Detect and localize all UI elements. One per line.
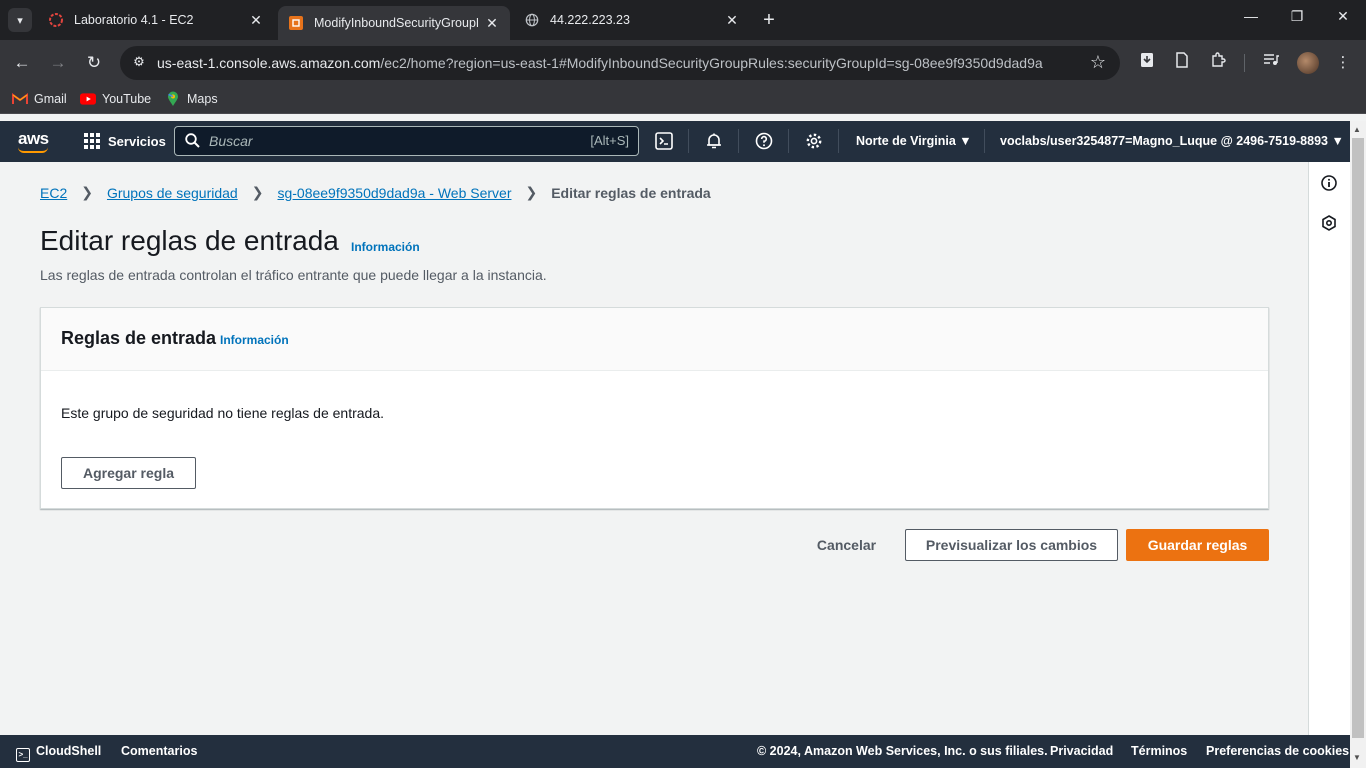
save-rules-button[interactable]: Guardar reglas — [1126, 529, 1269, 561]
info-circle-icon[interactable] — [1320, 174, 1338, 192]
tab-title: ModifyInboundSecurityGroupRu — [314, 16, 478, 30]
notifications-bell-icon[interactable] — [704, 131, 724, 151]
browser-menu-kebab-icon[interactable]: ⋮ — [1332, 52, 1354, 74]
browser-tab-ip[interactable]: 44.222.223.23 ✕ — [514, 6, 750, 34]
breadcrumb: EC2 ❯ Grupos de seguridad ❯ sg-08ee9f935… — [40, 184, 711, 201]
window-close-icon[interactable]: ✕ — [1320, 8, 1366, 25]
panel-title: Reglas de entrada — [61, 328, 217, 348]
forward-arrow-icon[interactable]: → — [46, 51, 70, 75]
hexagon-settings-icon[interactable] — [1320, 214, 1338, 232]
preview-changes-button[interactable]: Previsualizar los cambios — [905, 529, 1118, 561]
account-menu[interactable]: voclabs/user3254877=Magno_Luque @ 2496-7… — [1000, 134, 1344, 148]
bookmark-star-icon[interactable]: ☆ — [1090, 52, 1106, 73]
panel-header: Reglas de entrada Información — [41, 308, 1268, 371]
empty-rules-message: Este grupo de seguridad no tiene reglas … — [61, 405, 385, 421]
breadcrumb-ec2[interactable]: EC2 — [40, 185, 67, 201]
chevron-right-icon: ❯ — [251, 184, 264, 200]
chevron-right-icon: ❯ — [525, 184, 538, 200]
services-label: Servicios — [108, 133, 166, 149]
page-description: Las reglas de entrada controlan el tráfi… — [40, 267, 547, 283]
bookmark-maps[interactable]: Maps — [165, 91, 218, 106]
cancel-button[interactable]: Cancelar — [804, 529, 889, 561]
browser-toolbar: ← → ↻ ⚙ us-east-1.console.aws.amazon.com… — [0, 40, 1366, 86]
bookmark-gmail[interactable]: Gmail — [12, 92, 67, 106]
profile-avatar[interactable] — [1297, 52, 1319, 74]
scrollbar-thumb[interactable] — [1352, 138, 1364, 738]
scroll-up-arrow-icon[interactable]: ▲ — [1353, 125, 1361, 134]
url-text[interactable]: us-east-1.console.aws.amazon.com/ec2/hom… — [157, 55, 1043, 71]
header-divider — [788, 129, 789, 153]
header-divider — [738, 129, 739, 153]
youtube-icon — [80, 92, 96, 106]
extension-save-icon[interactable] — [1136, 52, 1158, 74]
region-selector[interactable]: Norte de Virginia ▼ — [856, 134, 972, 148]
aws-footer: >_ CloudShell Comentarios © 2024, Amazon … — [0, 735, 1350, 768]
address-bar[interactable]: ⚙ us-east-1.console.aws.amazon.com/ec2/h… — [120, 46, 1120, 80]
footer-cookies-link[interactable]: Preferencias de cookies — [1206, 744, 1349, 758]
minimize-icon[interactable]: — — [1228, 8, 1274, 24]
grid-icon — [84, 133, 100, 149]
breadcrumb-security-groups[interactable]: Grupos de seguridad — [107, 185, 238, 201]
footer-privacy-link[interactable]: Privacidad — [1050, 744, 1113, 758]
document-icon[interactable] — [1171, 52, 1193, 74]
page-title: Editar reglas de entrada — [40, 225, 339, 256]
footer-feedback-link[interactable]: Comentarios — [121, 744, 197, 758]
settings-gear-icon[interactable] — [804, 131, 824, 151]
tab-title: 44.222.223.23 — [550, 13, 630, 27]
bookmarks-bar: Gmail YouTube Maps — [0, 86, 1366, 114]
inbound-rules-panel: Reglas de entrada Información Este grupo… — [40, 307, 1269, 509]
extensions-puzzle-icon[interactable] — [1207, 52, 1229, 74]
tab-search-chevron-icon[interactable]: ▾ — [8, 8, 32, 32]
aws-logo[interactable]: aws — [18, 129, 49, 149]
footer-terms-link[interactable]: Términos — [1131, 744, 1187, 758]
browser-tab-modify-inbound[interactable]: ModifyInboundSecurityGroupRu ✕ — [278, 6, 510, 40]
cloudshell-icon[interactable] — [654, 131, 674, 151]
browser-tab-bar: ▾ Laboratorio 4.1 - EC2 ✕ ModifyInboundS… — [0, 0, 1366, 40]
aws-search-box[interactable]: [Alt+S] — [174, 126, 639, 156]
tab-close-icon[interactable]: ✕ — [484, 15, 500, 32]
add-rule-button[interactable]: Agregar regla — [61, 457, 196, 489]
media-playlist-icon[interactable] — [1260, 52, 1282, 74]
search-shortcut-hint: [Alt+S] — [590, 133, 629, 148]
page-info-link[interactable]: Información — [351, 240, 420, 254]
cloudshell-icon: >_ — [16, 747, 30, 762]
caret-down-icon: ▼ — [959, 134, 972, 148]
restore-icon[interactable]: ❐ — [1274, 8, 1320, 25]
header-divider — [688, 129, 689, 153]
right-tools-rail — [1308, 162, 1350, 735]
header-divider — [984, 129, 985, 153]
search-icon — [185, 133, 200, 151]
breadcrumb-current: Editar reglas de entrada — [551, 184, 711, 201]
footer-cloudshell-link[interactable]: >_ CloudShell — [16, 744, 101, 762]
maps-pin-icon — [165, 91, 181, 106]
services-menu-button[interactable]: Servicios — [84, 133, 166, 149]
globe-icon — [524, 12, 540, 28]
footer-copyright: © 2024, Amazon Web Services, Inc. o sus … — [757, 744, 1048, 758]
back-arrow-icon[interactable]: ← — [10, 51, 34, 75]
gmail-icon — [12, 92, 28, 106]
panel-info-link[interactable]: Información — [220, 333, 289, 347]
toolbar-divider — [1244, 54, 1245, 72]
aws-logo-smile — [18, 147, 48, 153]
tab-title: Laboratorio 4.1 - EC2 — [74, 13, 194, 27]
help-question-icon[interactable] — [754, 131, 774, 151]
page-scrollbar[interactable]: ▲ ▼ — [1350, 121, 1366, 768]
reload-icon[interactable]: ↻ — [82, 51, 106, 75]
lab-favicon-icon — [48, 12, 64, 28]
site-settings-icon[interactable]: ⚙ — [130, 54, 148, 72]
caret-down-icon: ▼ — [1331, 134, 1344, 148]
new-tab-plus-icon[interactable]: + — [758, 9, 780, 32]
tab-close-icon[interactable]: ✕ — [248, 12, 264, 29]
search-input[interactable] — [209, 133, 549, 149]
aws-top-nav: aws Servicios [Alt+S] Norte de Virginia … — [0, 121, 1350, 162]
browser-tab-laboratorio[interactable]: Laboratorio 4.1 - EC2 ✕ — [38, 6, 274, 34]
aws-ec2-favicon-icon — [288, 15, 304, 31]
tab-close-icon[interactable]: ✕ — [724, 12, 740, 29]
scroll-down-arrow-icon[interactable]: ▼ — [1353, 753, 1361, 762]
bookmark-youtube[interactable]: YouTube — [80, 92, 151, 106]
chevron-right-icon: ❯ — [81, 184, 93, 200]
header-divider — [838, 129, 839, 153]
breadcrumb-security-group-id[interactable]: sg-08ee9f9350d9dad9a - Web Server — [277, 185, 511, 201]
